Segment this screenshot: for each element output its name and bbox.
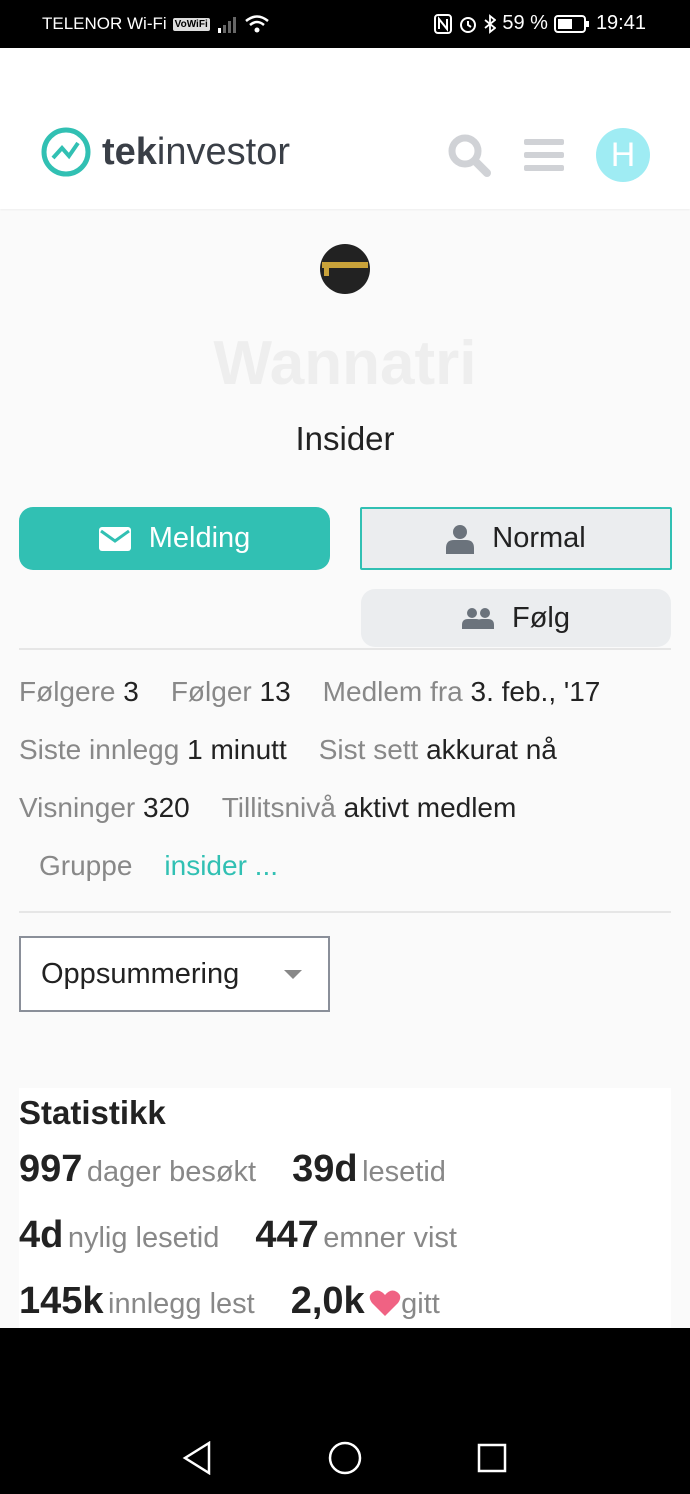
menu-icon[interactable] bbox=[524, 137, 564, 173]
statistics-section: Statistikk 997 dager besøkt 39d lesetid … bbox=[19, 1088, 671, 1328]
carrier: TELENOR Wi-Fi bbox=[42, 14, 167, 33]
profile-section-dropdown[interactable]: Oppsummering bbox=[19, 936, 330, 1012]
android-nav-bar bbox=[0, 1328, 690, 1494]
notification-level-button[interactable]: Normal bbox=[360, 507, 672, 570]
stat-item: 145k innlegg lest bbox=[19, 1279, 255, 1322]
battery-percent: 59 % bbox=[502, 12, 548, 34]
alarm-icon bbox=[460, 16, 477, 33]
statistics-title: Statistikk bbox=[19, 1094, 166, 1131]
user-avatar[interactable]: H bbox=[596, 128, 650, 182]
username: Wannatri bbox=[213, 329, 477, 398]
meta-row: Visninger 320 Tillitsnivå aktivt medlem bbox=[19, 792, 516, 824]
stat-item: 2,0k gitt bbox=[290, 1279, 440, 1322]
divider bbox=[19, 648, 671, 650]
envelope-icon bbox=[98, 526, 131, 551]
wifi-icon bbox=[244, 15, 269, 33]
caret-down-icon bbox=[284, 970, 302, 979]
stat-item: 997 dager besøkt bbox=[19, 1147, 257, 1190]
follow-label: Følg bbox=[512, 601, 570, 634]
profile-avatar bbox=[320, 244, 370, 294]
dropdown-value: Oppsummering bbox=[41, 957, 240, 990]
group-link[interactable]: insider ... bbox=[164, 850, 278, 882]
logo-icon bbox=[41, 127, 91, 177]
message-label: Melding bbox=[148, 522, 251, 554]
followers-label: Følgere bbox=[19, 676, 116, 707]
back-icon[interactable] bbox=[182, 1441, 212, 1475]
signal-icon bbox=[217, 17, 236, 33]
recents-icon[interactable] bbox=[477, 1443, 507, 1473]
views: 320 bbox=[143, 792, 190, 823]
bluetooth-icon bbox=[484, 13, 497, 34]
message-button[interactable]: Melding bbox=[19, 507, 330, 570]
profile-page: tekinvestor H Wannatri Insider Melding N… bbox=[0, 48, 690, 1328]
normal-label: Normal bbox=[492, 522, 586, 554]
site-header: tekinvestor H bbox=[0, 48, 690, 209]
user-icon bbox=[446, 524, 475, 554]
nfc-icon bbox=[434, 13, 453, 34]
views-label: Visninger bbox=[19, 792, 136, 823]
user-title: Insider bbox=[295, 420, 395, 457]
meta-row: Siste innlegg 1 minutt Sist sett akkurat… bbox=[19, 734, 557, 766]
meta-row: Gruppe insider ... bbox=[39, 850, 278, 882]
last-seen-label: Sist sett bbox=[318, 734, 419, 765]
heart-icon bbox=[369, 1290, 401, 1316]
member-since: 3. feb., '17 bbox=[470, 676, 601, 707]
following-label: Følger bbox=[170, 676, 252, 707]
stat-item: 447 emner vist bbox=[255, 1213, 457, 1256]
key-image bbox=[322, 262, 368, 276]
logo-bold: tek bbox=[102, 130, 157, 173]
users-icon bbox=[462, 608, 494, 629]
clock: 19:41 bbox=[595, 12, 646, 34]
member-since-label: Medlem fra bbox=[322, 676, 463, 707]
follow-button[interactable]: Følg bbox=[361, 589, 671, 647]
vowifi-badge: VoWiFi bbox=[172, 17, 210, 31]
battery-icon bbox=[553, 14, 589, 33]
logo-light: investor bbox=[156, 130, 290, 173]
trust-level-label: Tillitsnivå bbox=[221, 792, 336, 823]
logo[interactable]: tekinvestor bbox=[40, 126, 290, 178]
home-icon[interactable] bbox=[328, 1441, 362, 1475]
trust-level: aktivt medlem bbox=[343, 792, 517, 823]
followers-count[interactable]: 3 bbox=[123, 676, 139, 707]
stat-item: 4d nylig lesetid bbox=[19, 1213, 220, 1256]
last-post: 1 minutt bbox=[187, 734, 287, 765]
stat-item: 39d lesetid bbox=[292, 1147, 446, 1190]
following-count[interactable]: 13 bbox=[260, 676, 291, 707]
search-icon[interactable] bbox=[446, 132, 492, 178]
status-bar: TELENOR Wi-Fi VoWiFi 59 % 19:41 bbox=[0, 0, 690, 48]
last-post-label: Siste innlegg bbox=[19, 734, 180, 765]
last-seen: akkurat nå bbox=[426, 734, 557, 765]
divider bbox=[19, 911, 671, 913]
meta-row: Følgere 3 Følger 13 Medlem fra 3. feb., … bbox=[19, 676, 600, 708]
group-label: Gruppe bbox=[39, 850, 133, 881]
